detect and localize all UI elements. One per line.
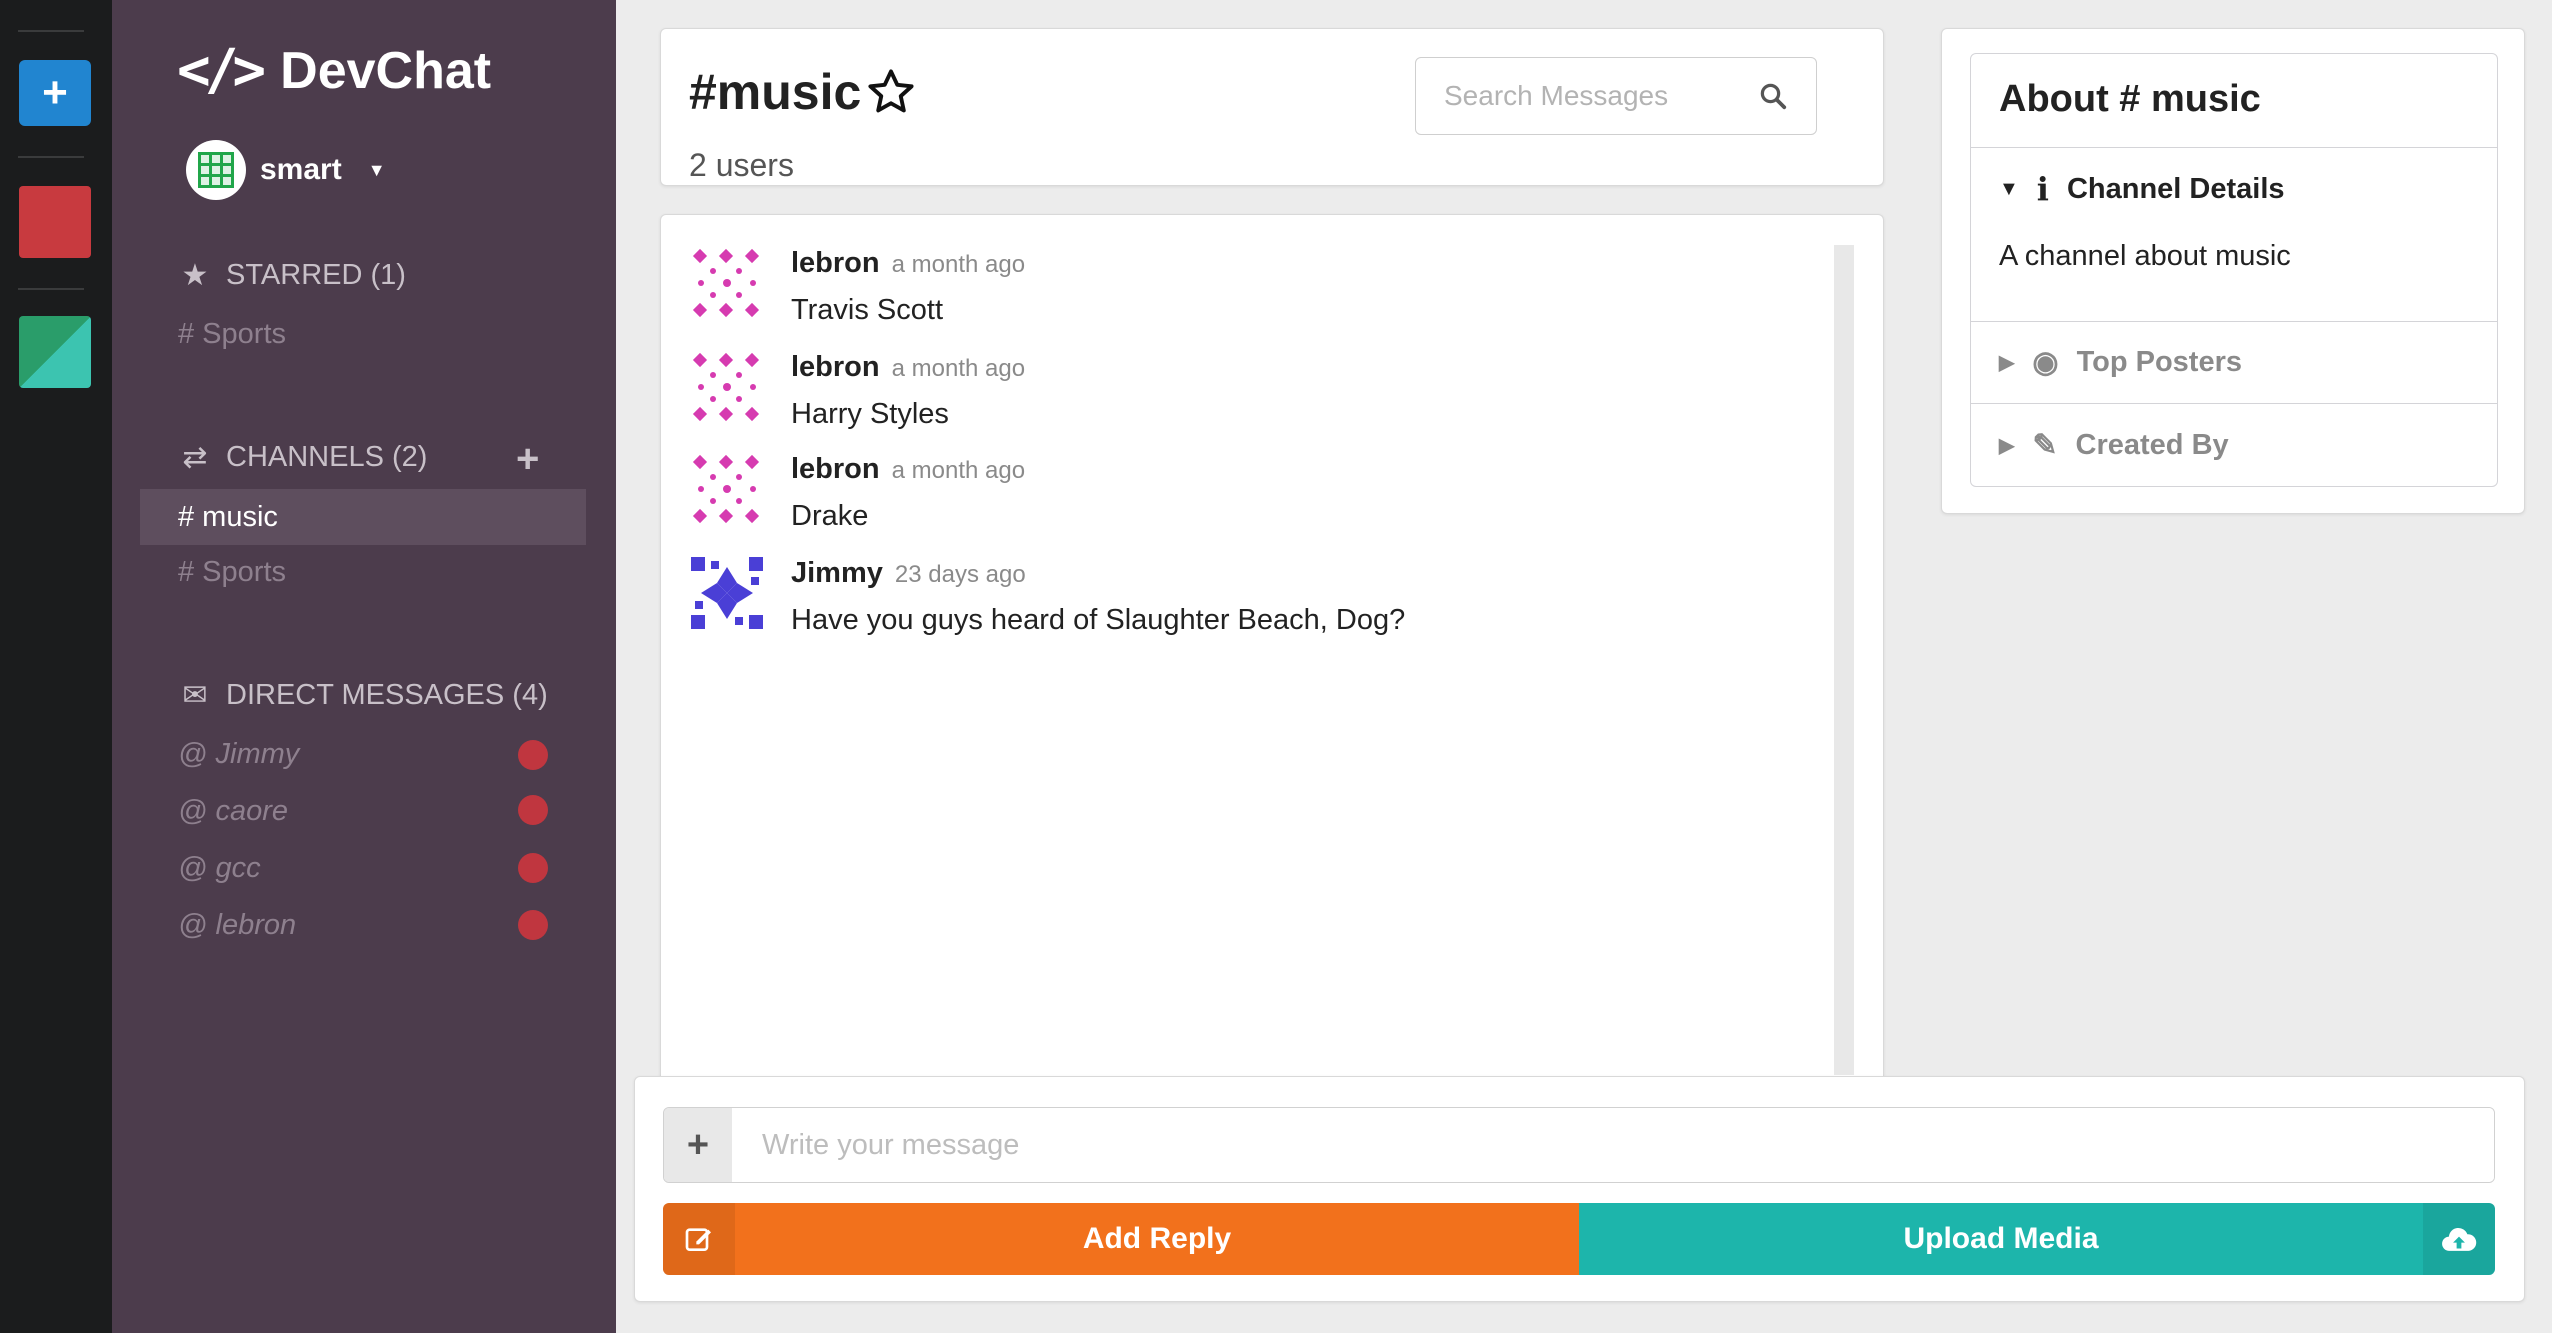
edit-icon — [663, 1203, 735, 1275]
message: lebron a month ago Harry Styles — [691, 351, 1025, 431]
user-menu[interactable]: smart ▼ — [186, 140, 386, 200]
message-author: Jimmy — [791, 557, 883, 589]
dm-item-lebron[interactable]: @ lebron — [178, 909, 296, 942]
channel-title: #music — [689, 63, 917, 121]
brand: </> DevChat — [177, 38, 491, 103]
caret-right-icon: ▶ — [1999, 352, 2015, 374]
dm-item-jimmy[interactable]: @ Jimmy — [178, 738, 299, 771]
exchange-icon: ⇄ — [182, 441, 208, 474]
action-buttons: Add Reply Upload Media — [663, 1203, 2495, 1275]
dm-item-caore[interactable]: @ caore — [178, 795, 288, 828]
channel-user-count: 2 users — [689, 147, 794, 183]
message-author: lebron — [791, 453, 880, 485]
user-circle-icon: ◉ — [2032, 346, 2059, 379]
message-time: a month ago — [891, 355, 1026, 382]
pencil-icon: ✎ — [2032, 428, 2058, 462]
username: smart — [260, 153, 342, 186]
cloud-upload-icon — [2423, 1203, 2495, 1275]
code-icon: </> — [177, 38, 266, 103]
avatar — [692, 248, 760, 318]
message: Jimmy 23 days ago Have you guys heard of … — [691, 557, 1405, 637]
status-dot — [518, 740, 548, 770]
strip-divider — [18, 156, 84, 158]
message: lebron a month ago Drake — [691, 453, 1025, 533]
message-text: Drake — [791, 500, 869, 532]
message-text: Travis Scott — [791, 294, 944, 326]
channel-item-sports[interactable]: # Sports — [178, 556, 286, 589]
avatar — [186, 140, 246, 200]
avatar — [692, 352, 760, 422]
message-time: a month ago — [891, 457, 1026, 484]
channels-header: ⇄ CHANNELS (2) — [178, 440, 427, 475]
add-workspace-button[interactable]: + — [19, 60, 91, 126]
message-text: Harry Styles — [791, 398, 949, 430]
add-reply-button[interactable]: Add Reply — [663, 1203, 1579, 1275]
workspace-color-red[interactable] — [19, 186, 91, 258]
star-outline-icon[interactable] — [865, 66, 917, 118]
avatar — [692, 454, 760, 524]
message-text: Have you guys heard of Slaughter Beach, … — [791, 604, 1406, 636]
message-author: lebron — [791, 247, 880, 279]
status-dot — [518, 853, 548, 883]
created-by-toggle[interactable]: ▶ ✎ Created By — [1971, 404, 2497, 486]
message: lebron a month ago Travis Scott — [691, 247, 1025, 327]
scrollbar[interactable] — [1834, 245, 1854, 1075]
about-title: About # music — [1971, 54, 2497, 148]
channel-details-toggle[interactable]: ▼ i Channel Details — [1999, 170, 2469, 208]
compose-box: + — [663, 1107, 2495, 1183]
status-dot — [518, 910, 548, 940]
avatar — [691, 557, 763, 629]
star-icon: ★ — [181, 259, 209, 292]
strip-divider — [18, 30, 84, 32]
workspace-color-green[interactable] — [19, 316, 91, 388]
message-form: + Add Reply Upload Media — [634, 1076, 2525, 1302]
caret-down-icon[interactable]: ▼ — [368, 160, 386, 181]
sidebar: </> DevChat smart ▼ ★ STARRED (1) # Spor… — [112, 0, 616, 1333]
workspace-strip: + — [0, 0, 112, 1333]
starred-header: ★ STARRED (1) — [178, 258, 406, 293]
upload-media-button[interactable]: Upload Media — [1579, 1203, 2495, 1275]
messages-panel: lebron a month ago Travis Scott lebron a m… — [660, 214, 1884, 1084]
strip-divider — [18, 288, 84, 290]
search-icon[interactable] — [1758, 81, 1788, 111]
message-author: lebron — [791, 351, 880, 383]
message-time: 23 days ago — [894, 561, 1026, 588]
add-channel-button[interactable]: + — [516, 437, 539, 482]
about-panel: About # music ▼ i Channel Details A chan… — [1941, 28, 2525, 514]
dm-header: ✉ DIRECT MESSAGES (4) — [178, 678, 547, 713]
starred-item-sports[interactable]: # Sports — [178, 318, 286, 351]
search-input[interactable]: Search Messages — [1415, 57, 1817, 135]
message-input[interactable] — [732, 1108, 2494, 1182]
about-accordion: About # music ▼ i Channel Details A chan… — [1970, 53, 2498, 487]
caret-down-icon: ▼ — [1999, 177, 2019, 200]
status-dot — [518, 795, 548, 825]
caret-right-icon: ▶ — [1999, 434, 2015, 457]
top-posters-toggle[interactable]: ▶ ◉ Top Posters — [1971, 322, 2497, 404]
add-attachment-button[interactable]: + — [664, 1108, 732, 1182]
envelope-icon: ✉ — [182, 679, 208, 712]
channel-item-music[interactable]: # music — [140, 489, 586, 545]
info-icon: i — [2036, 170, 2049, 208]
channel-header: #music 2 users Search Messages — [660, 28, 1884, 186]
brand-name: DevChat — [280, 41, 492, 100]
channel-details-section: ▼ i Channel Details A channel about musi… — [1971, 148, 2497, 322]
channel-description: A channel about music — [1999, 240, 2291, 272]
dm-item-gcc[interactable]: @ gcc — [178, 852, 261, 885]
message-time: a month ago — [891, 251, 1026, 278]
